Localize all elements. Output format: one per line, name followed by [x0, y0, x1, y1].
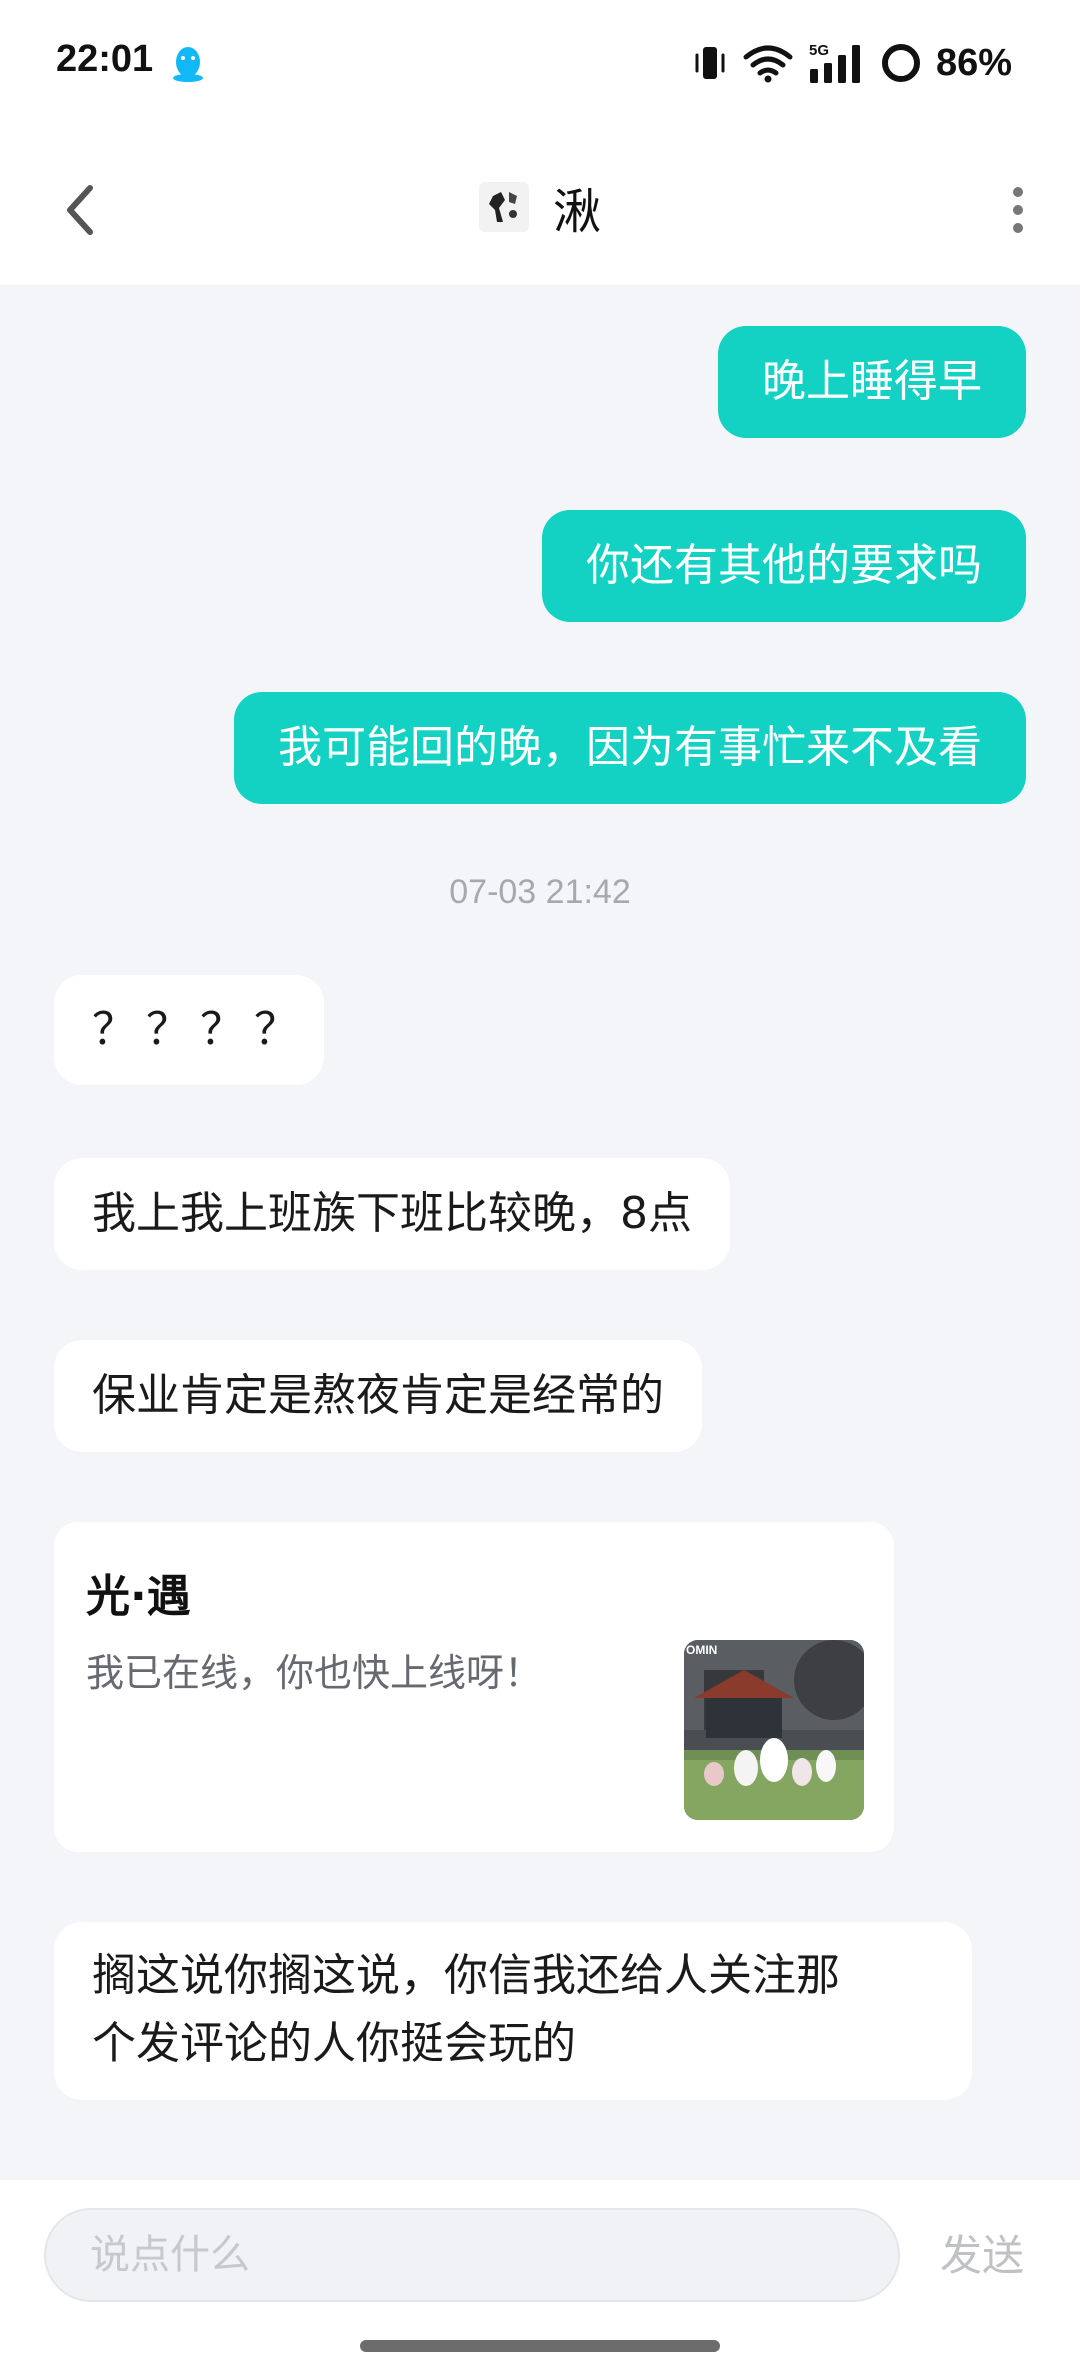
message-line: 搁这说你搁这说，你信我还给人关注那 — [92, 1950, 840, 2001]
more-button[interactable] — [996, 175, 1040, 245]
avatar-image — [478, 182, 529, 232]
card-description: 我已在线，你也快上线呀！ — [86, 1651, 543, 1695]
svg-text:5G: 5G — [809, 42, 829, 59]
outgoing-message[interactable]: 你还有其他的要求吗 — [542, 510, 1026, 622]
chat-header: 湫 — [0, 130, 1080, 285]
outgoing-message[interactable]: 晚上睡得早 — [718, 326, 1026, 438]
status-time: 22:01 — [56, 38, 154, 80]
message-input[interactable] — [44, 2208, 900, 2302]
status-indicators: 5G 86% — [692, 38, 1012, 88]
message-timestamp: 07-03 21:42 — [449, 873, 631, 911]
outgoing-message[interactable]: 我可能回的晚，因为有事忙来不及看 — [234, 692, 1026, 804]
more-vertical-icon — [1013, 187, 1023, 233]
send-button[interactable]: 发送 — [940, 2222, 1024, 2283]
vibrate-icon — [695, 47, 725, 79]
message-list[interactable]: 晚上睡得早 你还有其他的要求吗 我可能回的晚，因为有事忙来不及看 07-03 2… — [0, 285, 1080, 2180]
incoming-message[interactable]: 搁这说你搁这说，你信我还给人关注那 个发评论的人你挺会玩的 — [54, 1922, 972, 2100]
status-bar: 22:01 5G 86% — [0, 0, 1080, 130]
incoming-message[interactable]: ？？？？ — [54, 975, 324, 1085]
cellular-5g-icon: 5G — [809, 42, 860, 83]
thumb-label: OMIN — [686, 1643, 717, 1657]
card-title: 光·遇 — [86, 1571, 191, 1622]
battery-ring-icon — [881, 44, 920, 82]
title-group[interactable]: 湫 — [0, 172, 1080, 242]
message-line: 个发评论的人你挺会玩的 — [92, 2018, 576, 2069]
chat-title: 湫 — [552, 184, 601, 240]
qq-penguin-icon — [173, 47, 203, 82]
game-share-card[interactable]: 光·遇 我已在线，你也快上线呀！ OMIN — [54, 1522, 894, 1852]
game-scene-image: OMIN — [684, 1640, 864, 1820]
wifi-icon — [743, 45, 793, 83]
incoming-message[interactable]: 保业肯定是熬夜肯定是经常的 — [54, 1340, 702, 1452]
battery-percentage: 86% — [935, 41, 1012, 84]
home-indicator[interactable] — [360, 2340, 720, 2352]
avatar[interactable] — [478, 182, 529, 232]
incoming-message[interactable]: 我上我上班族下班比较晚，8点 — [54, 1158, 730, 1270]
card-thumbnail: OMIN — [684, 1640, 864, 1820]
